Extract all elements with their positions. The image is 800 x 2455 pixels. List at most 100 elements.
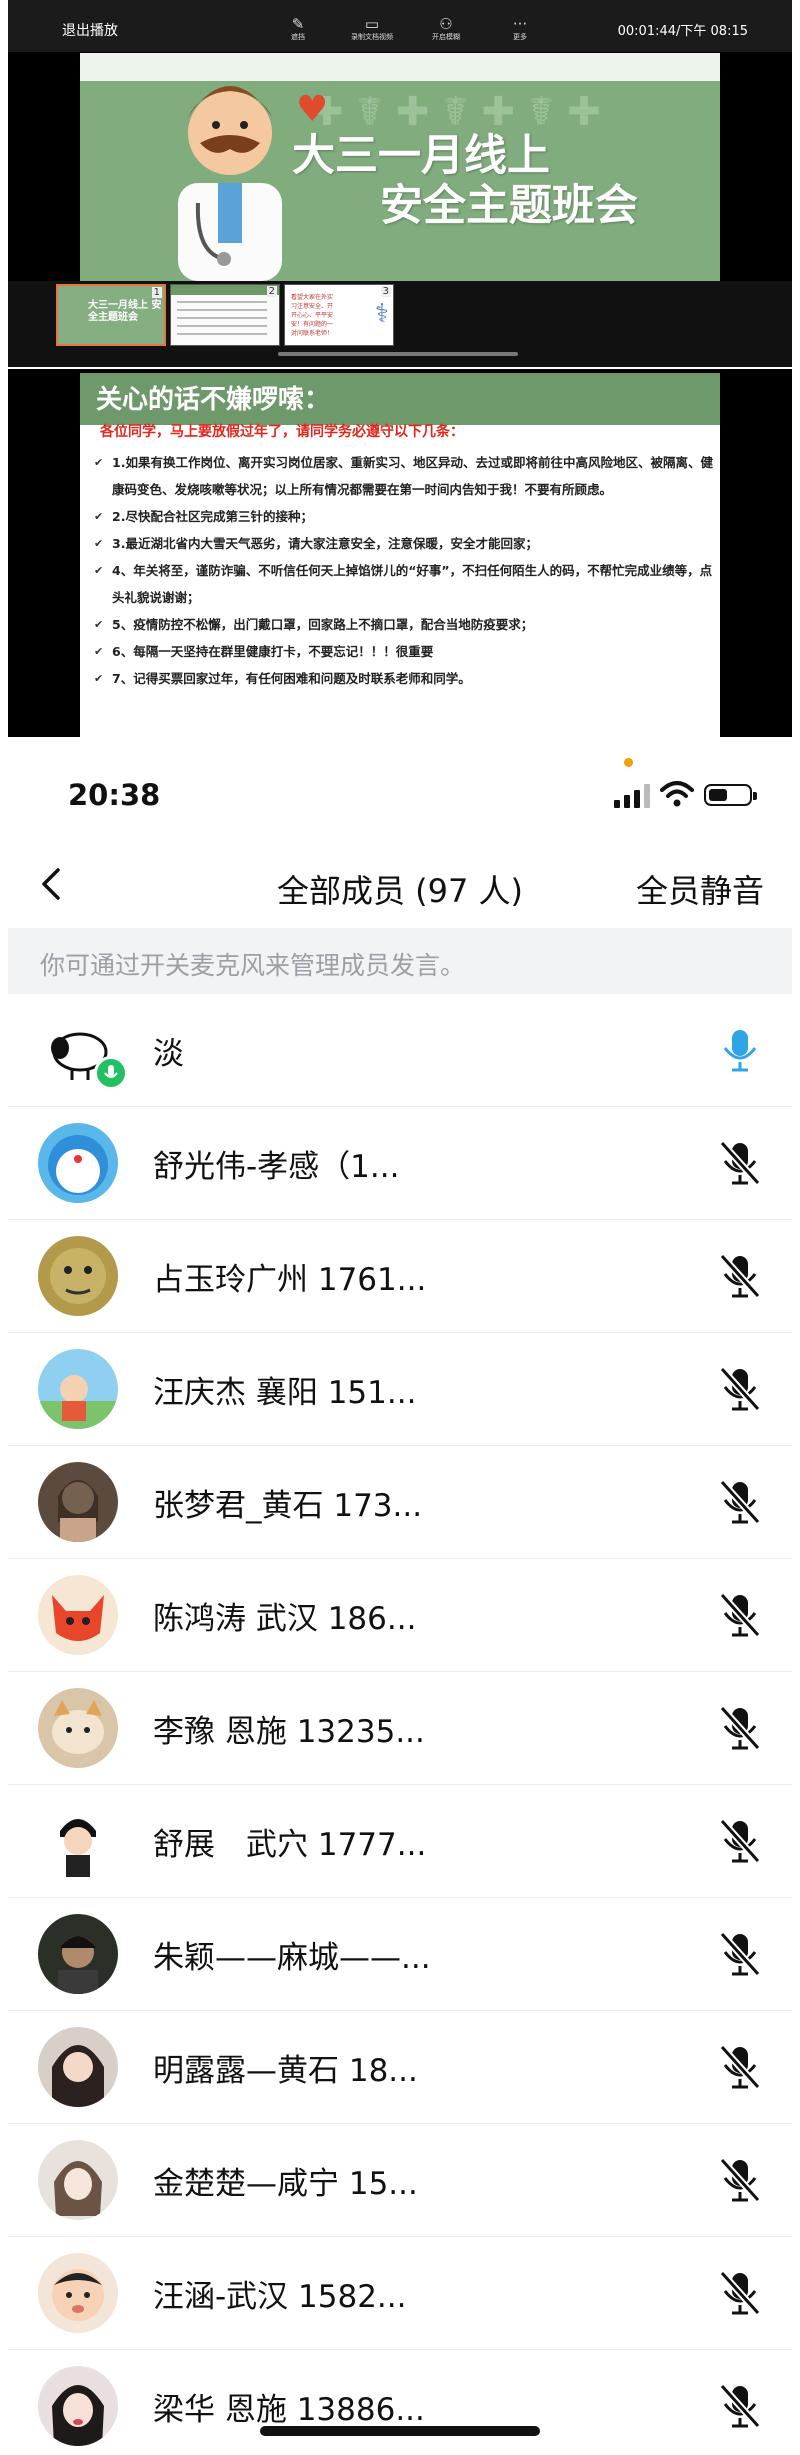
tool-blur[interactable]: ⚇ 开启模糊 [424,16,468,42]
tool-mask[interactable]: ✎ 遮挡 [276,16,320,42]
notice-item: 5、疫情防控不松懈，出门戴口罩，回家路上不摘口罩，配合当地防疫要求； [92,611,716,638]
slide-current: ✚ ☤ ✚ ☤ ✚ ☤ ✚ ♥ 大三一月线上 安全主题班会 [80,53,720,281]
doctor-illustration [178,86,282,281]
tool-label: 开启模糊 [432,33,460,41]
avatar [38,1462,118,1542]
member-row[interactable]: 汪庆杰 襄阳 151... [8,1333,792,1446]
mute-all-button[interactable]: 全员静音 [636,866,764,912]
tool-record-video[interactable]: ▭ 录制文档视频 [350,16,394,42]
member-row[interactable]: 朱颖——麻城——... [8,1898,792,2011]
home-indicator[interactable] [260,2426,540,2436]
slide-title-line1: 大三一月线上 [292,131,550,181]
member-name: 梁华 恩施 13886... [153,2392,425,2428]
mic-off-icon[interactable] [718,2382,762,2430]
thumbnail-line [177,309,267,311]
notice-item: 1.如果有换工作岗位、离开实习岗位居家、重新实习、地区异动、去过或即将前往中高风… [92,449,716,503]
thumbnail-number: 1 [151,287,162,298]
member-name: 舒展 武穴 1777... [153,1827,427,1863]
playback-panel: 退出播放 ✎ 遮挡 ▭ 录制文档视频 ⚇ 开启模糊 ··· 更多 00:01:4… [8,0,792,367]
member-row[interactable]: 梁华 恩施 13886... [8,2350,792,2455]
member-name: 朱颖——麻城——... [153,1940,431,1976]
member-name: 淡 [153,1036,184,1072]
thumbnail-scrollbar[interactable] [278,352,518,356]
medical-pattern-icon: ✚ ☤ ✚ ☤ ✚ ☤ ✚ [310,89,601,135]
battery-icon [704,784,757,806]
mic-off-icon[interactable] [718,1478,762,1526]
member-row[interactable]: 淡 [8,994,792,1107]
exit-playback-button[interactable]: 退出播放 [62,20,118,40]
notice-item: 3.最近湖北省内大雪天气恶劣，请大家注意安全，注意保暖，安全才能回家； [92,530,716,557]
avatar [38,1914,118,1994]
slide-thumbnail-strip: 大三一月线上 安全主题班会 1 2 看望大家在外实习注意安全、开开心心、平平安安… [8,281,792,367]
mic-off-icon[interactable] [718,1139,762,1187]
mic-on-icon[interactable] [718,1026,762,1074]
person-icon: ⚇ [439,15,453,33]
member-row[interactable]: 明露露—黄石 18... [8,2011,792,2124]
thumbnail-number: 2 [266,286,277,297]
tool-label: 遮挡 [291,33,305,41]
member-row[interactable]: 汪涵-武汉 1582... [8,2237,792,2350]
mic-off-icon[interactable] [718,1591,762,1639]
avatar [38,1801,118,1881]
tool-label: 更多 [513,33,527,41]
member-name: 汪庆杰 襄阳 151... [153,1375,417,1411]
slide-thumbnail-2[interactable]: 2 [170,284,280,346]
avatar [38,2027,118,2107]
member-name: 金楚楚—咸宁 15... [153,2166,418,2202]
recording-indicator-icon [624,758,633,767]
signal-icon [614,784,650,808]
slide-notice-subheading: 各位同学，马上要放假过年了，请同学务必遵守以下几条： [100,424,464,440]
avatar [38,2253,118,2333]
slide-notice: 关心的话不嫌啰嗦： 各位同学，马上要放假过年了，请同学务必遵守以下几条： 1.如… [80,373,720,737]
mic-off-icon[interactable] [718,2156,762,2204]
avatar [38,1575,118,1655]
notice-item: 6、每隔一天坚持在群里健康打卡，不要忘记！！！很重要 [92,638,716,665]
slide-title-line2: 安全主题班会 [380,181,638,231]
member-name: 陈鸿涛 武汉 186... [153,1601,417,1637]
slide-thumbnail-1[interactable]: 大三一月线上 安全主题班会 1 [56,284,166,346]
notice-item: 4、年关将至，谨防诈骗、不听信任何天上掉馅饼儿的“好事”，不扫任何陌生人的码，不… [92,557,716,611]
member-row[interactable]: 舒展 武穴 1777... [8,1785,792,1898]
member-name: 明露露—黄石 18... [153,2053,418,2089]
member-name: 汪涵-武汉 1582... [153,2279,407,2315]
mic-off-icon[interactable] [718,1252,762,1300]
thumbnail-title: 大三一月线上 安全主题班会 [88,300,162,323]
mic-off-icon[interactable] [718,1365,762,1413]
member-name: 占玉玲广州 1761... [153,1262,427,1298]
member-row[interactable]: 张梦君_黄石 173... [8,1446,792,1559]
thumbnail-line [177,301,267,303]
playback-toolbar: 退出播放 ✎ 遮挡 ▭ 录制文档视频 ⚇ 开启模糊 ··· 更多 00:01:4… [8,0,792,52]
member-row[interactable]: 李豫 恩施 13235... [8,1672,792,1785]
avatar [38,1688,118,1768]
thumbnail-text: 看望大家在外实习注意安全、开开心心、平平安安！有问题的一对问联系老师！ [291,294,334,337]
mic-off-icon[interactable] [718,2269,762,2317]
thumbnail-number: 3 [380,286,391,297]
slide-thumbnail-3[interactable]: 看望大家在外实习注意安全、开开心心、平平安安！有问题的一对问联系老师！ ⚕ 3 [284,284,394,346]
thumbnail-header [171,285,279,295]
status-time: 20:38 [68,778,161,812]
member-row[interactable]: 金楚楚—咸宁 15... [8,2124,792,2237]
video-record-icon: ▭ [364,15,380,33]
mic-off-icon[interactable] [718,1930,762,1978]
tool-label: 录制文档视频 [351,33,393,41]
avatar [38,1349,118,1429]
member-name: 李豫 恩施 13235... [153,1714,425,1750]
member-list[interactable]: 淡 舒光伟-孝感（1... 占玉玲广州 1761... 汪庆杰 襄阳 151..… [8,994,792,2455]
avatar [38,1123,118,1203]
notice-item: 2.尽快配合社区完成第三针的接种； [92,503,716,530]
mic-off-icon[interactable] [718,1704,762,1752]
avatar [38,2366,118,2446]
mic-off-icon[interactable] [718,1817,762,1865]
member-row[interactable]: 陈鸿涛 武汉 186... [8,1559,792,1672]
tool-more[interactable]: ··· 更多 [498,16,542,42]
member-row[interactable]: 占玉玲广州 1761... [8,1220,792,1333]
thumbnail-line [177,325,267,327]
thumbnail-line [177,333,267,335]
hint-banner: 你可通过开关麦克风来管理成员发言。 [8,928,792,994]
member-row[interactable]: 舒光伟-孝感（1... [8,1107,792,1220]
mic-off-icon[interactable] [718,2043,762,2091]
member-name: 张梦君_黄石 173... [153,1488,423,1524]
heart-icon: ♥ [296,89,329,130]
more-icon: ··· [512,15,528,33]
slide-notice-heading: 关心的话不嫌啰嗦： [96,385,331,415]
